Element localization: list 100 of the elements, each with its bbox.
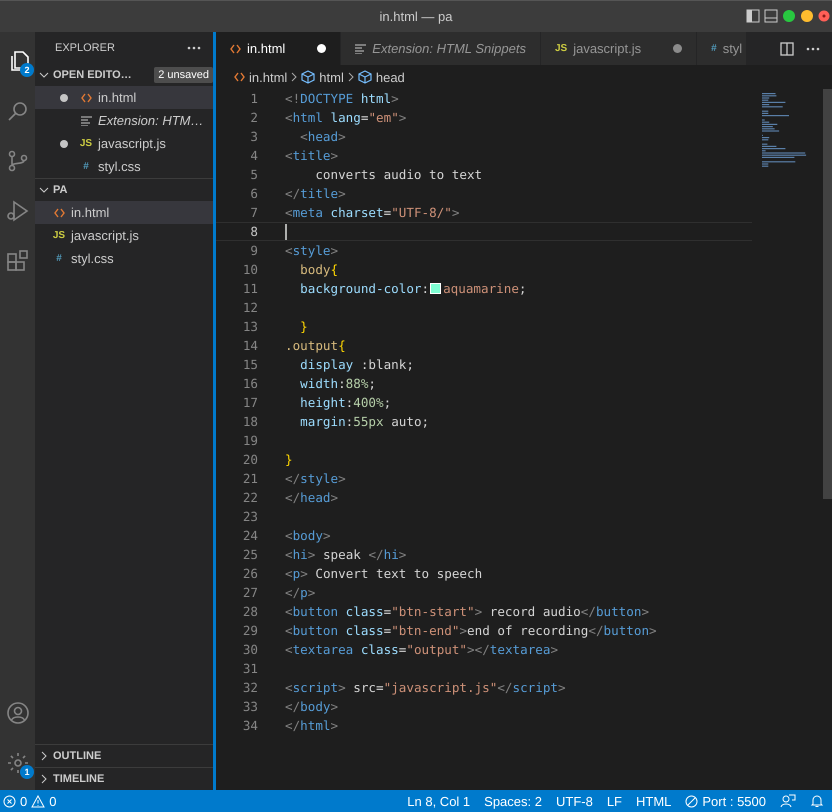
section-header[interactable]: OUTLINE: [35, 744, 213, 767]
gear-icon: [6, 751, 30, 775]
file-item[interactable]: JS javascript.js: [35, 224, 213, 247]
line-number: 7: [249, 205, 258, 220]
line-number: 5: [249, 167, 258, 182]
line-number: 3: [249, 129, 258, 144]
breadcrumb-item[interactable]: head: [358, 70, 405, 84]
notification-badge: 1: [20, 765, 34, 779]
code-line: margin:55px auto;: [299, 414, 430, 429]
line-number: 13: [242, 319, 258, 334]
sidebar-toggle-icon[interactable]: [746, 9, 760, 23]
more-icon[interactable]: [187, 46, 201, 50]
line-number: 18: [242, 414, 258, 429]
code-line: </body>: [285, 699, 338, 714]
open-editor-item[interactable]: # styl.css: [35, 155, 213, 178]
section-title: PA: [53, 184, 68, 196]
status-item[interactable]: LF: [606, 794, 622, 808]
file-name: in.html: [71, 205, 110, 220]
section-header[interactable]: OPEN EDITO… 2 unsaved: [35, 64, 213, 86]
code-line: }: [299, 319, 308, 334]
line-number: 6: [249, 186, 258, 201]
code-line: <textarea class="output"></textarea>: [285, 642, 558, 657]
file-type-icon: #: [711, 43, 717, 54]
file-name: Extension: HTM…: [98, 113, 204, 128]
code-line: <meta charset="UTF-8/">: [285, 205, 460, 220]
file-item[interactable]: # styl.css: [35, 247, 213, 270]
status-item[interactable]: UTF-8: [556, 794, 593, 808]
line-number: 14: [242, 338, 258, 353]
code-line: background-color: aquamarine;: [299, 281, 526, 296]
file-name: javascript.js: [71, 228, 139, 243]
activity-item[interactable]: 2: [0, 36, 35, 86]
line-number: 16: [242, 376, 258, 391]
code-line: .output{: [285, 338, 346, 353]
document-lines-icon: [355, 44, 366, 54]
scrollbar[interactable]: [823, 89, 832, 499]
code-line: <style>: [285, 243, 338, 258]
close-icon[interactable]: [818, 9, 830, 23]
open-editor-item[interactable]: Extension: HTM…: [35, 109, 213, 132]
line-number: 29: [242, 623, 258, 638]
line-number: 33: [242, 699, 258, 714]
maximize-icon[interactable]: [782, 9, 796, 23]
circle-slash-icon: [685, 794, 698, 808]
code-line: <title>: [285, 148, 338, 163]
status-item[interactable]: Spaces: 2: [484, 794, 542, 808]
open-editor-item[interactable]: in.html: [35, 86, 213, 109]
code-brackets-icon: [54, 208, 64, 218]
activity-item[interactable]: 1: [0, 738, 35, 788]
code-brackets-icon: [230, 44, 241, 54]
chevron-right-icon: [348, 72, 354, 82]
notification-badge: 2: [20, 63, 34, 77]
branch-icon: [6, 149, 30, 173]
line-number: 19: [242, 433, 258, 448]
editor-tab[interactable]: Extension: HTML Snippets: [341, 32, 541, 65]
editor-tab[interactable]: # styl: [697, 32, 748, 65]
code-line: }: [285, 452, 293, 467]
code-line: width:88%;: [299, 376, 376, 391]
editor-tab[interactable]: JS javascript.js: [540, 32, 698, 65]
code-line: display :blank;: [299, 357, 414, 372]
file-type-icon: JS: [554, 43, 568, 54]
cube-icon: [301, 70, 316, 84]
live-server-port[interactable]: Port : 5500: [685, 794, 766, 808]
sidebar-title: EXPLORER: [55, 42, 115, 54]
breadcrumb-item[interactable]: html: [301, 70, 344, 84]
code-line: </style>: [285, 471, 346, 486]
run-debug-icon: [6, 199, 30, 223]
line-number: 27: [242, 585, 258, 600]
warning-icon: [31, 794, 46, 808]
status-item[interactable]: HTML: [636, 794, 672, 808]
code-line: </p>: [285, 585, 316, 600]
error-icon: [3, 794, 16, 808]
bell-icon[interactable]: [810, 794, 824, 808]
code-line: <button class="btn-start"> record audio</button>: [285, 604, 650, 619]
file-type-icon: #: [56, 253, 62, 264]
error-count: 0: [20, 794, 28, 808]
editor-tab[interactable]: in.html: [216, 32, 342, 65]
code-line: <head>: [299, 129, 346, 144]
code-line: height:400%;: [299, 395, 392, 410]
status-item[interactable]: Ln 8, Col 1: [407, 794, 470, 808]
line-number: 24: [242, 528, 258, 543]
minimize-icon[interactable]: [800, 9, 814, 23]
panel-toggle-icon[interactable]: [764, 9, 778, 23]
file-name: styl.css: [98, 159, 141, 174]
more-icon[interactable]: [806, 46, 820, 50]
section-title: OUTLINE: [53, 750, 102, 762]
open-editor-item[interactable]: JS javascript.js: [35, 132, 213, 155]
unsaved-badge: 2 unsaved: [154, 67, 213, 83]
line-number: 31: [242, 661, 258, 676]
text-cursor: [285, 224, 287, 240]
line-number: 34: [242, 718, 258, 733]
file-type-icon: #: [83, 161, 89, 172]
code-line: <hi> speak </hi>: [285, 547, 406, 562]
warning-count: 0: [49, 794, 56, 808]
line-number: 20: [242, 452, 258, 467]
line-number: 8: [249, 224, 258, 239]
split-editor-icon[interactable]: [780, 42, 794, 56]
line-number: 1: [249, 91, 258, 106]
file-item[interactable]: in.html: [35, 201, 213, 224]
feedback-icon[interactable]: [780, 794, 796, 808]
problems-status[interactable]: 0 0: [3, 794, 56, 808]
breadcrumb-item[interactable]: in.html: [234, 70, 288, 84]
